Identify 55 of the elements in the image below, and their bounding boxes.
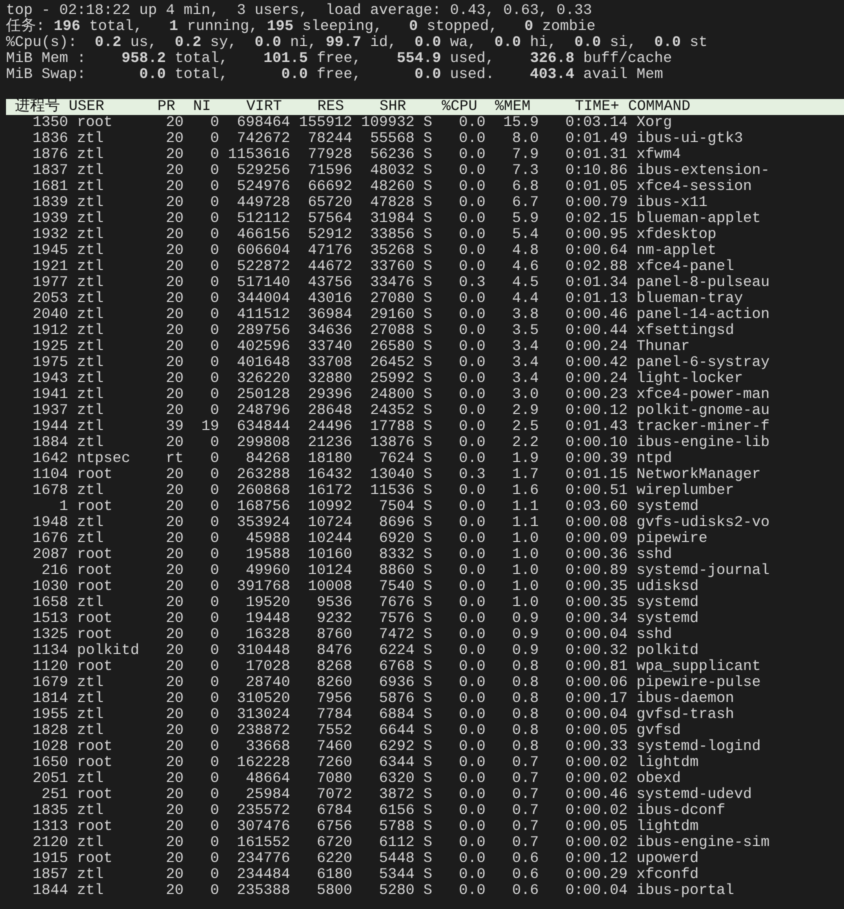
process-row-text: 1915 root 20 0 234776 6220 5448 S 0.0 0.6 0:00.12 upowerd (32, 851, 699, 867)
process-row-text: 1676 ztl 20 0 45988 10244 6920 S 0.0 1.0 0:00.09 pipewire (32, 531, 708, 547)
process-row-text: 1977 ztl 20 0 517140 43756 33476 S 0.3 4.5 0:01.34 panel-8-pulseau (32, 275, 770, 291)
process-row-text: 1679 ztl 20 0 28740 8260 6936 S 0.0 0.8 0:00.06 pipewire-pulse (32, 675, 761, 691)
process-row-text: 1835 ztl 20 0 235572 6784 6156 S 0.0 0.7 0:00.02 ibus-dconf (32, 803, 726, 819)
process-row-text: 1839 ztl 20 0 449728 65720 47828 S 0.0 6.7 0:00.79 ibus-x11 (32, 195, 708, 211)
process-row-text: 1948 ztl 20 0 353924 10724 8696 S 0.0 1.1 0:00.08 gvfs-udisks2-vo (32, 515, 770, 531)
process-row-text: 1876 ztl 20 0 1153616 77928 56236 S 0.0 7.9 0:01.31 xfwm4 (32, 147, 681, 163)
process-row-text: 1650 root 20 0 162228 7260 6344 S 0.0 0.7 0:00.02 lightdm (32, 755, 699, 771)
process-row-text: 1955 ztl 20 0 313024 7784 6884 S 0.0 0.8 0:00.04 gvfsd-trash (32, 707, 734, 723)
process-row-text: 1 root 20 0 168756 10992 7504 S 0.0 1.1 0:03.60 systemd (58, 499, 699, 515)
process-row-text: 1941 ztl 20 0 250128 29396 24800 S 0.0 3.0 0:00.23 xfce4-power-man (32, 387, 770, 403)
summary-line: 任务: 196 total, 1 running, 195 sleeping, 0 stopped, 0 zombie (6, 19, 596, 35)
process-row-text: 216 root 20 0 49960 10124 8860 S 0.0 1.0 0:00.89 systemd-journal (40, 563, 770, 579)
process-row-text: 1943 ztl 20 0 326220 32880 25992 S 0.0 3.4 0:00.24 light-locker (32, 371, 744, 387)
process-row-text: 1857 ztl 20 0 234484 6180 5344 S 0.0 0.6 0:00.29 xfconfd (32, 867, 699, 883)
summary-line: %Cpu(s): 0.2 us, 0.2 sy, 0.0 ni, 99.7 id, 0.0 wa, 0.0 hi, 0.0 si, 0.0 st (6, 35, 708, 51)
process-row-text: 1030 root 20 0 391768 10008 7540 S 0.0 1.0 0:00.35 udisksd (32, 579, 699, 595)
process-row-text: 1932 ztl 20 0 466156 52912 33856 S 0.0 5.4 0:00.95 xfdesktop (32, 227, 716, 243)
process-row-text: 1975 ztl 20 0 401648 33708 26452 S 0.0 3.4 0:00.42 panel-6-systray (32, 355, 770, 371)
process-row-text: 1658 ztl 20 0 19520 9536 7676 S 0.0 1.0 0:00.35 systemd (32, 595, 699, 611)
process-row-text: 1836 ztl 20 0 742672 78244 55568 S 0.0 8.0 0:01.49 ibus-ui-gtk3 (32, 131, 744, 147)
process-row-text: 1944 ztl 39 19 634844 24496 17788 S 0.0 2.5 0:01.43 tracker-miner-f (32, 419, 770, 435)
process-row-text: 1513 root 20 0 19448 9232 7576 S 0.0 0.9 0:00.34 systemd (32, 611, 699, 627)
process-row-text: 1844 ztl 20 0 235388 5800 5280 S 0.0 0.6 0:00.04 ibus-portal (32, 883, 734, 899)
process-row-text: 1921 ztl 20 0 522872 44672 33760 S 0.0 4.6 0:02.88 xfce4-panel (32, 259, 734, 275)
process-row-text: 1134 polkitd 20 0 310448 8476 6224 S 0.0 0.9 0:00.32 polkitd (32, 643, 699, 659)
summary-line: MiB Swap: 0.0 total, 0.0 free, 0.0 used. 403.4 avail Mem (6, 67, 664, 83)
summary-line: MiB Mem : 958.2 total, 101.5 free, 554.9 used, 326.8 buff/cache (6, 51, 672, 67)
process-row-text: 2051 ztl 20 0 48664 7080 6320 S 0.0 0.7 0:00.02 obexd (32, 771, 681, 787)
process-row-text: 1313 root 20 0 307476 6756 5788 S 0.0 0.7 0:00.05 lightdm (32, 819, 699, 835)
process-row-text: 1681 ztl 20 0 524976 66692 48260 S 0.0 6.8 0:01.05 xfce4-session (32, 179, 752, 195)
summary-line: top - 02:18:22 up 4 min, 3 users, load average: 0.43, 0.63, 0.33 (6, 3, 592, 19)
process-row-text: 2087 root 20 0 19588 10160 8332 S 0.0 1.0 0:00.36 sshd (32, 547, 672, 563)
process-row-text: 1642 ntpsec rt 0 84268 18180 7624 S 0.0 1.9 0:00.39 ntpd (32, 451, 672, 467)
process-row-text: 1104 root 20 0 263288 16432 13040 S 0.3 1.7 0:01.15 NetworkManager (32, 467, 761, 483)
process-row-text: 1912 ztl 20 0 289756 34636 27088 S 0.0 3.5 0:00.44 xfsettingsd (32, 323, 734, 339)
process-row-text: 2040 ztl 20 0 411512 36984 29160 S 0.0 3.8 0:00.46 panel-14-action (32, 307, 770, 323)
process-row-text: 1925 ztl 20 0 402596 33740 26580 S 0.0 3.4 0:00.24 Thunar (32, 339, 690, 355)
process-row-text: 2053 ztl 20 0 344004 43016 27080 S 0.0 4.4 0:01.13 blueman-tray (32, 291, 744, 307)
process-row-text: 1120 root 20 0 17028 8268 6768 S 0.0 0.8 0:00.81 wpa_supplicant (32, 659, 761, 675)
process-row-text: 1325 root 20 0 16328 8760 7472 S 0.0 0.9 0:00.04 sshd (32, 627, 672, 643)
process-row-text: 1028 root 20 0 33668 7460 6292 S 0.0 0.8 0:00.33 systemd-logind (32, 739, 761, 755)
process-row-text: 1814 ztl 20 0 310520 7956 5876 S 0.0 0.8 0:00.17 ibus-daemon (32, 691, 734, 707)
column-header-row: 进程号 USER PR NI VIRT RES SHR %CPU %MEM TIME+ COMMAND (6, 99, 844, 115)
process-row-text: 1939 ztl 20 0 512112 57564 31984 S 0.0 5.9 0:02.15 blueman-applet (32, 211, 761, 227)
process-row-text: 2120 ztl 20 0 161552 6720 6112 S 0.0 0.7 0:00.02 ibus-engine-sim (32, 835, 770, 851)
process-row-text: 1937 ztl 20 0 248796 28648 24352 S 0.0 2.9 0:00.12 polkit-gnome-au (32, 403, 770, 419)
process-row-text: 1945 ztl 20 0 606604 47176 35268 S 0.0 4.8 0:00.64 nm-applet (32, 243, 716, 259)
process-row-text: 251 root 20 0 25984 7072 3872 S 0.0 0.7 0:00.46 systemd-udevd (40, 787, 752, 803)
process-row-text: 1828 ztl 20 0 238872 7552 6644 S 0.0 0.8 0:00.05 gvfsd (32, 723, 681, 739)
process-row-text: 1837 ztl 20 0 529256 71596 48032 S 0.0 7.3 0:10.86 ibus-extension- (32, 163, 770, 179)
process-row-text: 1678 ztl 20 0 260868 16172 11536 S 0.0 1.6 0:00.51 wireplumber (32, 483, 734, 499)
process-row-text: 1350 root 20 0 698464 155912 109932 S 0.0 15.9 0:03.14 Xorg (32, 115, 672, 131)
process-row-text: 1884 ztl 20 0 299808 21236 13876 S 0.0 2.2 0:00.10 ibus-engine-lib (32, 435, 770, 451)
